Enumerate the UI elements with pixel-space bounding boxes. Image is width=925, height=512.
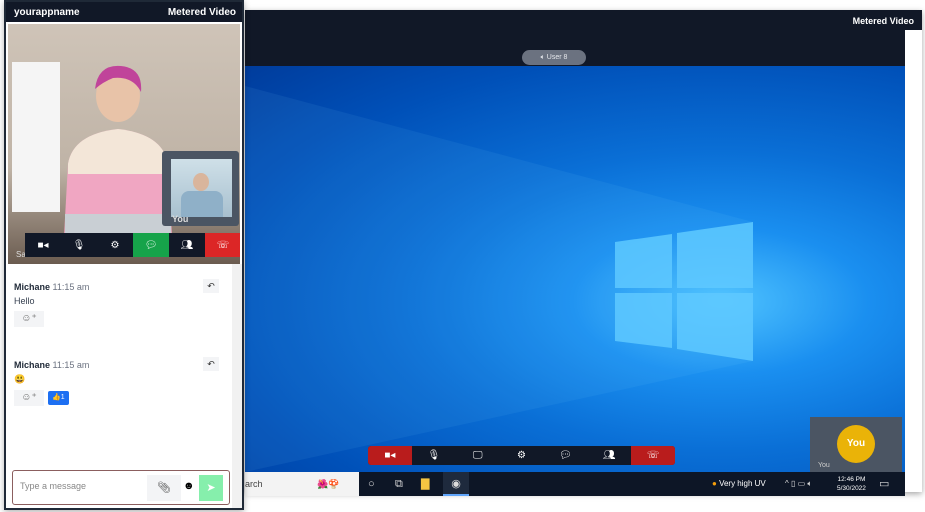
screen-share-window: Metered Video 🔈︎ User 8 ■◂ 🎙︎ 🖵 ⚙ 💬︎ 👥︎ ☏ You … (245, 10, 922, 496)
windows-desktop (245, 66, 905, 472)
chat-button[interactable]: 💬︎ (543, 446, 588, 465)
flowers-icon: 🌺🍄 (317, 479, 340, 489)
reaction-badge[interactable]: 👍1 (48, 391, 69, 405)
reaction-count: 1 (60, 394, 65, 401)
avatar: You (837, 425, 875, 463)
presenter-pill: 🔈︎ User 8 (522, 50, 586, 65)
hangup-button[interactable]: ☏ (205, 233, 240, 257)
self-label: You (818, 462, 830, 469)
reply-button[interactable]: ↶ (203, 357, 219, 371)
self-preview: You (162, 151, 239, 226)
left-header: yourappname Metered Video (6, 2, 242, 22)
participants-button[interactable]: 👥︎ (587, 446, 632, 465)
date: 5/30/2022 (837, 485, 866, 492)
send-button[interactable]: ➤ (199, 475, 223, 501)
reactions: ☺⁺ (14, 311, 224, 327)
gear-icon: ⚙ (110, 239, 120, 251)
microphone-icon: 🎙︎ (427, 450, 441, 461)
chat-icon: 💬︎ (559, 450, 572, 461)
author-name: Michane (14, 282, 51, 292)
participants-icon: 👥︎ (180, 239, 194, 251)
chat-icon: 💬︎ (144, 239, 158, 251)
participant-video (63, 65, 173, 254)
chat-button[interactable]: 💬︎ (133, 233, 169, 257)
presenter-name: User 8 (546, 54, 568, 61)
message-time: 11:15 am (52, 360, 90, 370)
message-text: 😃 (14, 374, 26, 384)
self-video (171, 159, 232, 217)
message-author: Michane 11:15 am (14, 282, 224, 292)
microphone-button[interactable]: 🎙︎ (61, 233, 97, 257)
chat-messages: Michane 11:15 am Hello ↶ ☺⁺ Michane 11:15… (14, 279, 224, 438)
windows-taskbar: arch 🌺🍄 ○ ⧉ ▇ ◉ ● Very high UV ^ ▯ ▭ 🔈︎ 1… (245, 472, 905, 496)
gear-icon: ⚙ (517, 450, 526, 461)
camera-icon: ■◂ (37, 239, 49, 251)
hangup-icon: ☏ (646, 450, 660, 461)
brand-name: Metered Video (167, 7, 236, 18)
chat-message: Michane 11:15 am Hello ↶ ☺⁺ (14, 279, 224, 360)
shared-screen: 🔈︎ User 8 ■◂ 🎙︎ 🖵 ⚙ 💬︎ 👥︎ ☏ You You arch 🌺🍄 ○ ⧉… (245, 30, 905, 496)
chrome-icon[interactable]: ◉ (443, 472, 469, 496)
message-text: Hello (14, 296, 35, 306)
hangup-button[interactable]: ☏ (631, 446, 675, 465)
thumbs-up-icon: 👍 (52, 394, 61, 401)
search-text: arch (245, 479, 263, 489)
camera-off-icon: ■◂ (384, 450, 396, 461)
emoji-picker-icon[interactable]: ☻ (183, 480, 195, 492)
cortana-icon[interactable]: ○ (368, 472, 375, 496)
microphone-button[interactable]: 🎙︎ (411, 446, 456, 465)
add-reaction-icon[interactable]: ☺⁺ (14, 311, 44, 327)
author-name: Michane (14, 360, 51, 370)
gear-button[interactable]: ⚙ (499, 446, 544, 465)
side-strip (905, 30, 922, 492)
chat-message: Michane 11:15 am 😃 ↶ ☺⁺ 👍1 (14, 357, 224, 438)
reply-button[interactable]: ↶ (203, 279, 219, 293)
taskbar-search[interactable]: arch 🌺🍄 (245, 472, 359, 496)
meeting-panel: yourappname Metered Video Sam You ■◂🎙︎⚙💬… (4, 0, 244, 510)
self-label: You (172, 214, 189, 224)
participants-button[interactable]: 👥︎ (169, 233, 205, 257)
screen-share-icon: 🖵 (472, 450, 483, 461)
microphone-icon: 🎙︎ (72, 239, 86, 251)
whiteboard (12, 62, 60, 212)
message-author: Michane 11:15 am (14, 360, 224, 370)
attach-icon[interactable]: 📎︎ (147, 475, 181, 501)
message-composer: Type a message 📎︎ ☻ ➤ (12, 470, 230, 505)
weather-widget[interactable]: ● Very high UV (712, 472, 766, 496)
app-name: yourappname (14, 7, 80, 18)
time: 12:46 PM (837, 476, 866, 483)
notifications-icon[interactable]: ▭ (879, 472, 889, 496)
right-control-bar: ■◂ 🎙︎ 🖵 ⚙ 💬︎ 👥︎ ☏ (368, 446, 675, 465)
weather-text: Very high UV (719, 479, 766, 488)
main-video: Sam You ■◂🎙︎⚙💬︎👥︎☏ (8, 24, 240, 264)
self-tile: You You (810, 417, 902, 472)
task-view-icon[interactable]: ⧉ (395, 472, 403, 496)
tray-icons[interactable]: ^ ▯ ▭ 🔈︎ (785, 472, 812, 496)
right-header: Metered Video (852, 16, 914, 26)
reactions: ☺⁺ 👍1 (14, 390, 224, 406)
clock[interactable]: 12:46 PM 5/30/2022 (837, 475, 866, 493)
participants-icon: 👥︎ (602, 450, 616, 461)
message-time: 11:15 am (52, 282, 90, 292)
windows-logo (245, 86, 753, 472)
camera-button[interactable]: ■◂ (25, 233, 61, 257)
gear-button[interactable]: ⚙ (97, 233, 133, 257)
left-control-bar: ■◂ 🎙︎ ⚙ 💬︎ 👥︎ ☏ (25, 233, 240, 257)
message-input[interactable]: Type a message (20, 481, 86, 491)
camera-off-button[interactable]: ■◂ (368, 446, 412, 465)
file-explorer-icon[interactable]: ▇ (421, 472, 429, 496)
add-reaction-icon[interactable]: ☺⁺ (14, 390, 44, 406)
sun-icon: ● (712, 479, 720, 488)
hangup-icon: ☏ (216, 239, 230, 251)
screen-share-button[interactable]: 🖵 (455, 446, 500, 465)
chat-scrollbar[interactable] (232, 264, 242, 508)
